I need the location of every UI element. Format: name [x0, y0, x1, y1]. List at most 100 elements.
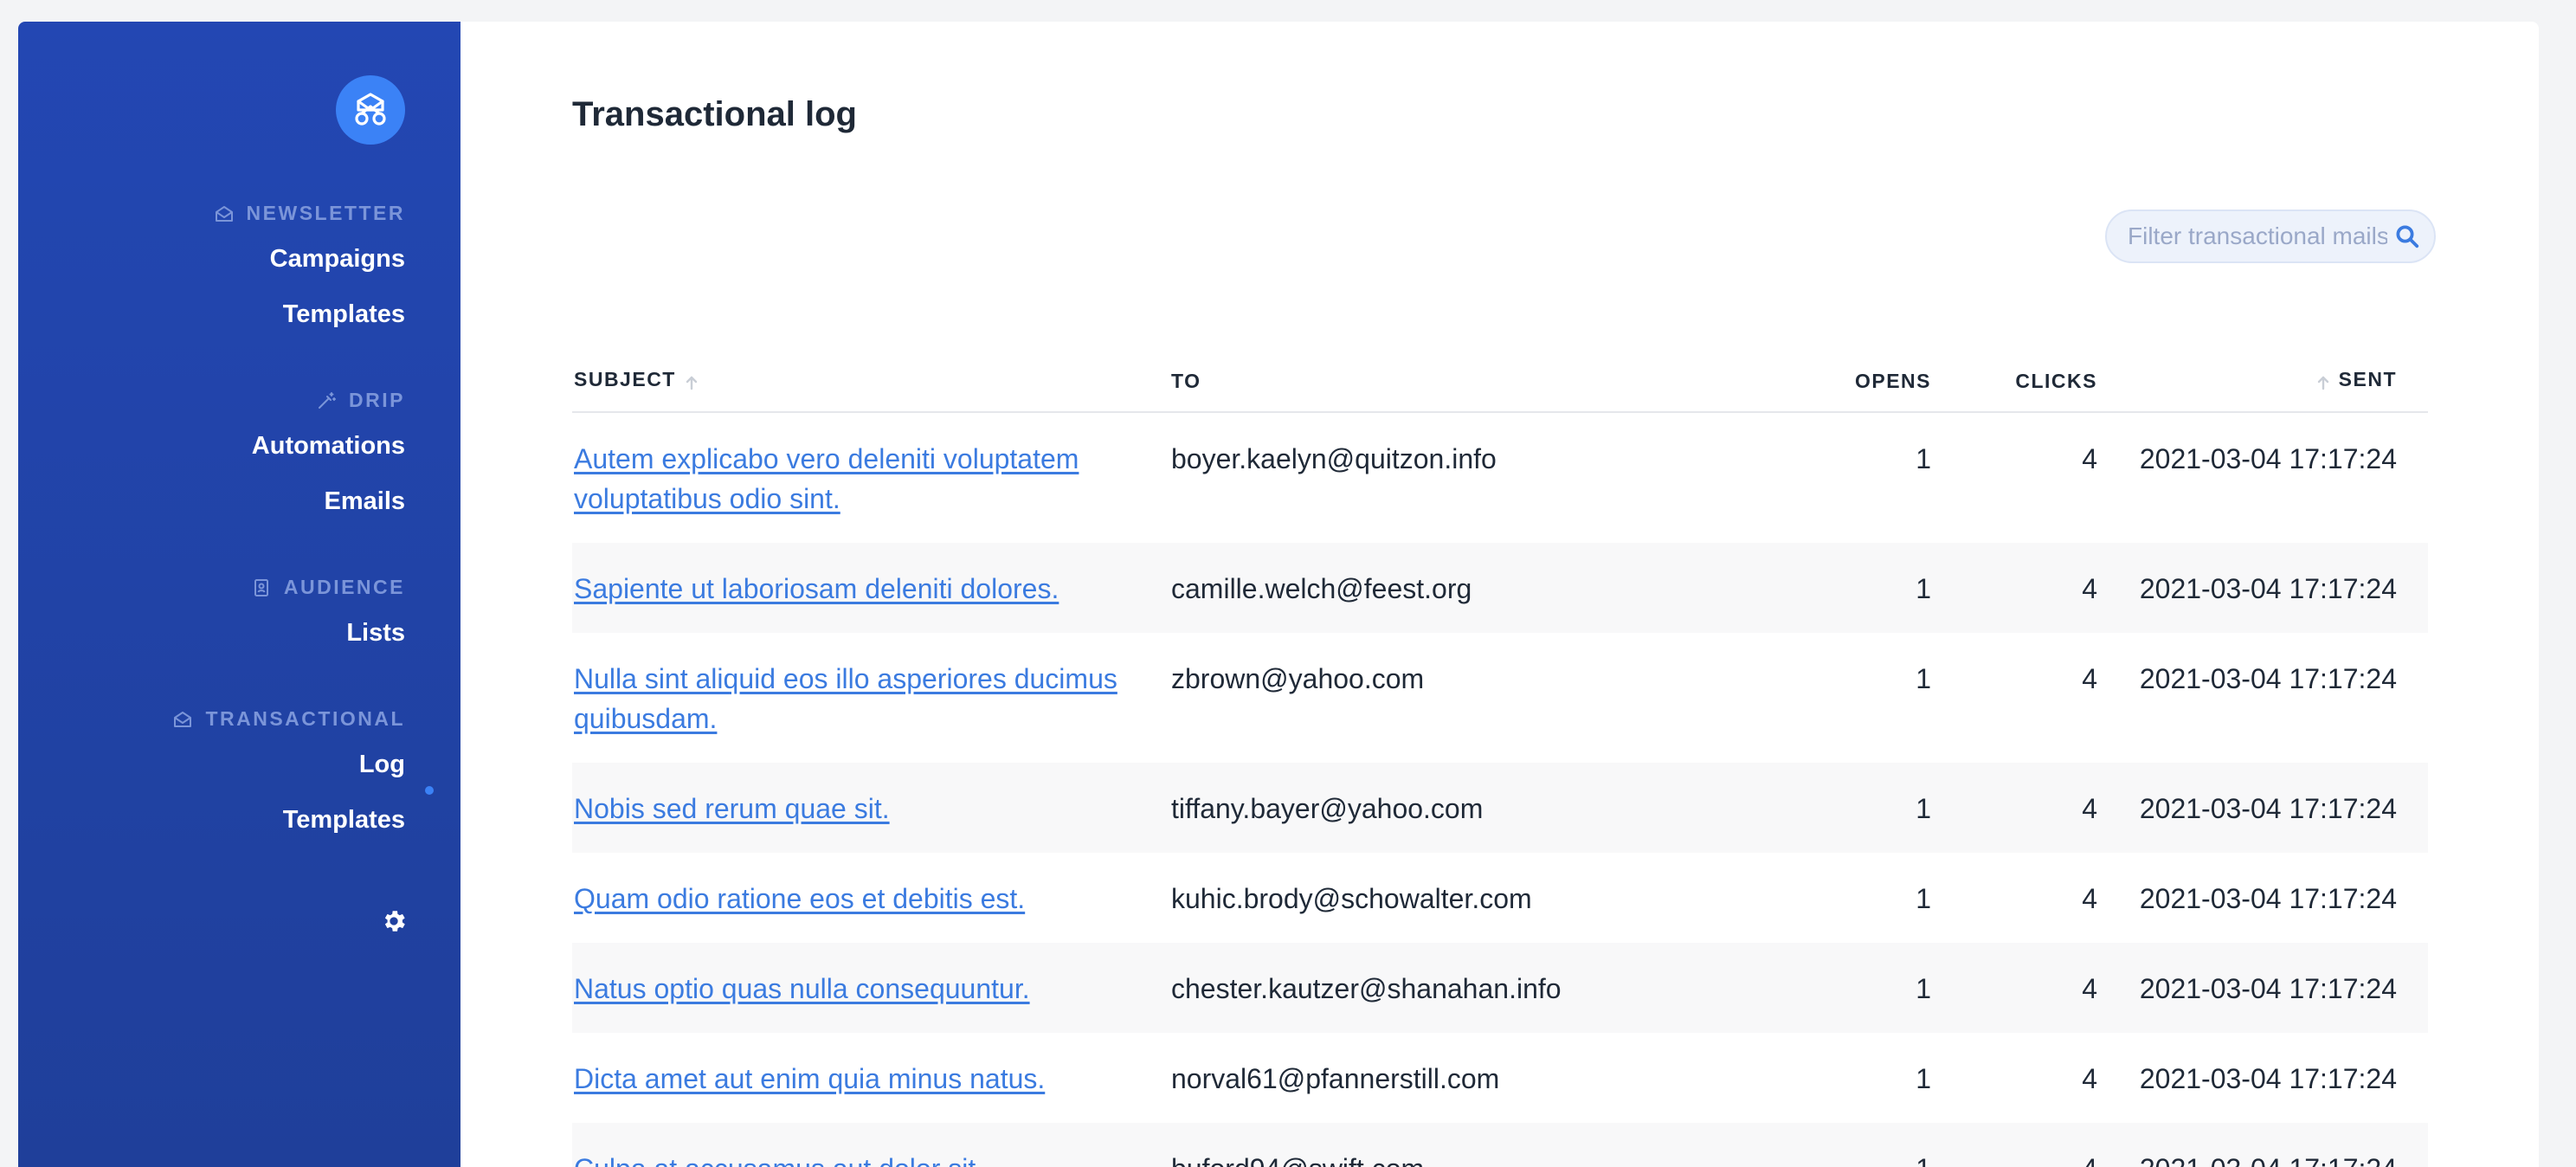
- sidebar-item-lists[interactable]: Lists: [346, 619, 405, 648]
- cell-clicks: 4: [1933, 543, 2099, 633]
- cell-to: tiffany.bayer@yahoo.com: [1169, 763, 1767, 853]
- sidebar-item-transactional-templates[interactable]: Templates: [283, 806, 405, 835]
- table-row: Natus optio quas nulla consequuntur. che…: [572, 943, 2428, 1033]
- column-header-label: SUBJECT: [574, 368, 676, 390]
- app-window: NEWSLETTER Campaigns Templates DRIP Auto…: [18, 22, 2539, 1167]
- cell-subject: Sapiente ut laboriosam deleniti dolores.: [572, 543, 1169, 633]
- cell-clicks: 4: [1933, 763, 2099, 853]
- table-row: Sapiente ut laboriosam deleniti dolores.…: [572, 543, 2428, 633]
- nav-section-label: DRIP: [349, 389, 405, 411]
- table-row: Autem explicabo vero deleniti voluptatem…: [572, 412, 2428, 543]
- subject-link[interactable]: Natus optio quas nulla consequuntur.: [574, 973, 1030, 1004]
- cell-to: kuhic.brody@schowalter.com: [1171, 883, 1532, 914]
- page-title: Transactional log: [572, 95, 857, 133]
- sidebar: NEWSLETTER Campaigns Templates DRIP Auto…: [18, 22, 460, 1167]
- table-row: Quam odio ratione eos et debitis est. ku…: [572, 853, 2428, 943]
- column-header-label: OPENS: [1854, 369, 1931, 392]
- cell-opens: 1: [1767, 543, 1933, 633]
- cell-sent: 2021-03-04 17:17:24: [2139, 883, 2397, 914]
- cell-to: zbrown@yahoo.com: [1171, 663, 1425, 694]
- cell-subject: Natus optio quas nulla consequuntur.: [572, 943, 1169, 1033]
- cell-opens: 1: [1767, 943, 1933, 1033]
- column-header-sent[interactable]: SENT: [2099, 351, 2428, 413]
- cell-to: buford94@swift.com: [1169, 1123, 1767, 1167]
- cell-clicks: 4: [2082, 663, 2097, 694]
- column-header-to[interactable]: TO: [1169, 351, 1767, 413]
- search-icon[interactable]: [2394, 223, 2420, 249]
- search-box: [2105, 210, 2436, 263]
- subject-link[interactable]: Autem explicabo vero deleniti voluptatem…: [574, 443, 1079, 514]
- cell-sent: 2021-03-04 17:17:24: [2139, 443, 2397, 474]
- cell-subject: Quam odio ratione eos et debitis est.: [572, 853, 1169, 943]
- nav-section-label: TRANSACTIONAL: [205, 707, 405, 730]
- table-row: Dicta amet aut enim quia minus natus. no…: [572, 1033, 2428, 1123]
- column-header-label: SENT: [2338, 368, 2397, 390]
- column-header-opens[interactable]: OPENS: [1767, 351, 1933, 413]
- cell-clicks: 4: [2082, 443, 2097, 474]
- cell-opens: 1: [1916, 443, 1931, 474]
- column-header-label: TO: [1171, 369, 1201, 392]
- sidebar-item-newsletter-templates[interactable]: Templates: [283, 300, 405, 329]
- cell-subject: Dicta amet aut enim quia minus natus.: [572, 1033, 1169, 1123]
- cell-sent: 2021-03-04 17:17:24: [2099, 1123, 2428, 1167]
- cell-clicks: 4: [2082, 1063, 2097, 1094]
- subject-link[interactable]: Nulla sint aliquid eos illo asperiores d…: [574, 663, 1117, 734]
- cell-subject: Autem explicabo vero deleniti voluptatem…: [572, 412, 1169, 543]
- active-indicator: [425, 786, 434, 795]
- table-header-row: SUBJECT TO OPENS CLICKS SENT: [572, 351, 2428, 413]
- sort-arrow-up-icon[interactable]: [683, 371, 700, 393]
- column-header-clicks[interactable]: CLICKS: [1933, 351, 2099, 413]
- main-content: Transactional log SUBJECT: [460, 22, 2539, 1167]
- sidebar-item-log[interactable]: Log: [359, 751, 405, 779]
- sidebar-item-campaigns[interactable]: Campaigns: [270, 245, 405, 274]
- cell-opens: 1: [1916, 663, 1931, 694]
- nav-section-drip: DRIP: [316, 389, 405, 412]
- cell-opens: 1: [1916, 883, 1931, 914]
- subject-link[interactable]: Nobis sed rerum quae sit.: [574, 793, 890, 824]
- table-row: Nulla sint aliquid eos illo asperiores d…: [572, 633, 2428, 763]
- cell-clicks: 4: [2082, 883, 2097, 914]
- envelope-open-icon: [174, 711, 192, 727]
- cell-opens: 1: [1916, 1063, 1931, 1094]
- sort-arrow-up-icon[interactable]: [2315, 371, 2332, 393]
- subject-link[interactable]: Quam odio ratione eos et debitis est.: [574, 883, 1025, 914]
- cell-clicks: 4: [1933, 943, 2099, 1033]
- cell-to: camille.welch@feest.org: [1169, 543, 1767, 633]
- cell-to: boyer.kaelyn@quitzon.info: [1171, 443, 1497, 474]
- cell-clicks: 4: [1933, 1123, 2099, 1167]
- sidebar-item-emails[interactable]: Emails: [325, 487, 406, 516]
- table-row: Nobis sed rerum quae sit. tiffany.bayer@…: [572, 763, 2428, 853]
- gear-icon[interactable]: [380, 907, 408, 935]
- cell-sent: 2021-03-04 17:17:24: [2139, 1063, 2397, 1094]
- table-row: Culpa at accusamus aut dolor sit. buford…: [572, 1123, 2428, 1167]
- transactional-log-table: SUBJECT TO OPENS CLICKS SENT Autem expli…: [572, 351, 2428, 1167]
- nav-section-newsletter: NEWSLETTER: [214, 202, 405, 225]
- cell-opens: 1: [1767, 1123, 1933, 1167]
- cell-sent: 2021-03-04 17:17:24: [2099, 543, 2428, 633]
- nav-section-label: NEWSLETTER: [246, 202, 405, 224]
- cell-sent: 2021-03-04 17:17:24: [2139, 663, 2397, 694]
- column-header-subject[interactable]: SUBJECT: [572, 351, 1169, 413]
- cell-opens: 1: [1767, 763, 1933, 853]
- cell-subject: Nulla sint aliquid eos illo asperiores d…: [572, 633, 1169, 763]
- search-input[interactable]: [2107, 222, 2389, 251]
- cell-sent: 2021-03-04 17:17:24: [2099, 763, 2428, 853]
- cell-subject: Culpa at accusamus aut dolor sit.: [572, 1123, 1169, 1167]
- subject-link[interactable]: Sapiente ut laboriosam deleniti dolores.: [574, 573, 1059, 604]
- nav-section-audience: AUDIENCE: [251, 576, 405, 599]
- nav-section-transactional: TRANSACTIONAL: [172, 707, 405, 731]
- logo-icon: [355, 93, 386, 126]
- magic-wand-icon: [319, 391, 337, 409]
- sidebar-item-automations[interactable]: Automations: [252, 432, 405, 461]
- subject-link[interactable]: Dicta amet aut enim quia minus natus.: [574, 1063, 1045, 1094]
- cell-to: norval61@pfannerstill.com: [1171, 1063, 1500, 1094]
- app-logo[interactable]: [336, 75, 405, 145]
- nav-section-label: AUDIENCE: [283, 576, 405, 598]
- cell-to: chester.kautzer@shanahan.info: [1169, 943, 1767, 1033]
- cell-subject: Nobis sed rerum quae sit.: [572, 763, 1169, 853]
- subject-link[interactable]: Culpa at accusamus aut dolor sit.: [574, 1153, 983, 1167]
- contact-book-icon: [254, 578, 268, 596]
- column-header-label: CLICKS: [2015, 369, 2097, 392]
- envelope-open-icon: [215, 205, 233, 222]
- cell-sent: 2021-03-04 17:17:24: [2099, 943, 2428, 1033]
